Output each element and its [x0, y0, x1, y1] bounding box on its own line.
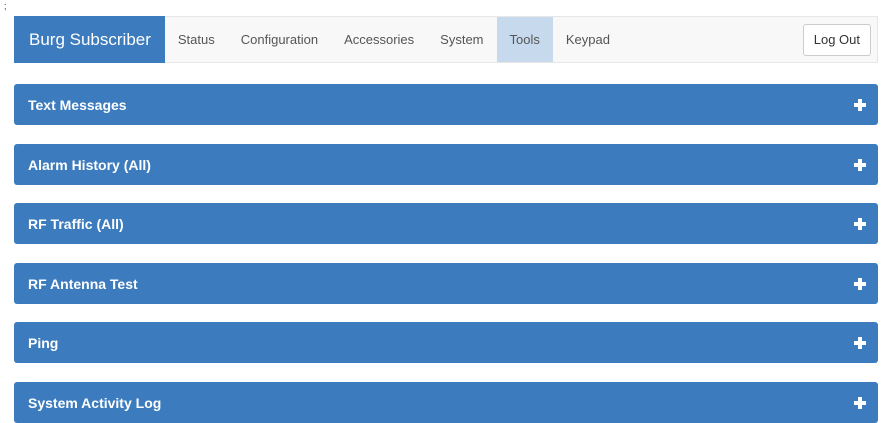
nav-item-keypad[interactable]: Keypad: [553, 17, 623, 62]
panel-title: RF Traffic (All): [28, 215, 124, 232]
panel-ping[interactable]: Ping: [14, 322, 878, 363]
plus-icon[interactable]: [854, 158, 866, 171]
panel-alarm-history[interactable]: Alarm History (All): [14, 144, 878, 185]
nav-item-tools[interactable]: Tools: [496, 17, 553, 62]
panel-rf-traffic[interactable]: RF Traffic (All): [14, 203, 878, 244]
panel-title: System Activity Log: [28, 394, 162, 411]
panel-system-activity-log[interactable]: System Activity Log: [14, 382, 878, 423]
nav-item-status[interactable]: Status: [165, 17, 228, 62]
panel-title: Ping: [28, 334, 59, 351]
nav-item-configuration[interactable]: Configuration: [228, 17, 331, 62]
panel-title: RF Antenna Test: [28, 275, 138, 292]
panel-title: Alarm History (All): [28, 156, 151, 173]
nav-item-accessories[interactable]: Accessories: [331, 17, 427, 62]
plus-icon[interactable]: [854, 336, 866, 349]
plus-icon[interactable]: [854, 396, 866, 409]
top-navbar: Burg Subscriber Status Configuration Acc…: [14, 16, 878, 63]
plus-icon[interactable]: [854, 277, 866, 290]
panel-title: Text Messages: [28, 96, 127, 113]
corner-mark: ;: [4, 1, 7, 11]
navbar-spacer: [623, 17, 803, 62]
logout-button[interactable]: Log Out: [802, 23, 871, 56]
nav-menu: Status Configuration Accessories System …: [165, 17, 623, 62]
nav-item-system[interactable]: System: [427, 17, 496, 62]
plus-icon[interactable]: [854, 217, 866, 230]
plus-icon[interactable]: [854, 98, 866, 111]
panel-text-messages[interactable]: Text Messages: [14, 84, 878, 125]
panel-rf-antenna-test[interactable]: RF Antenna Test: [14, 263, 878, 304]
brand-link[interactable]: Burg Subscriber: [14, 16, 165, 63]
